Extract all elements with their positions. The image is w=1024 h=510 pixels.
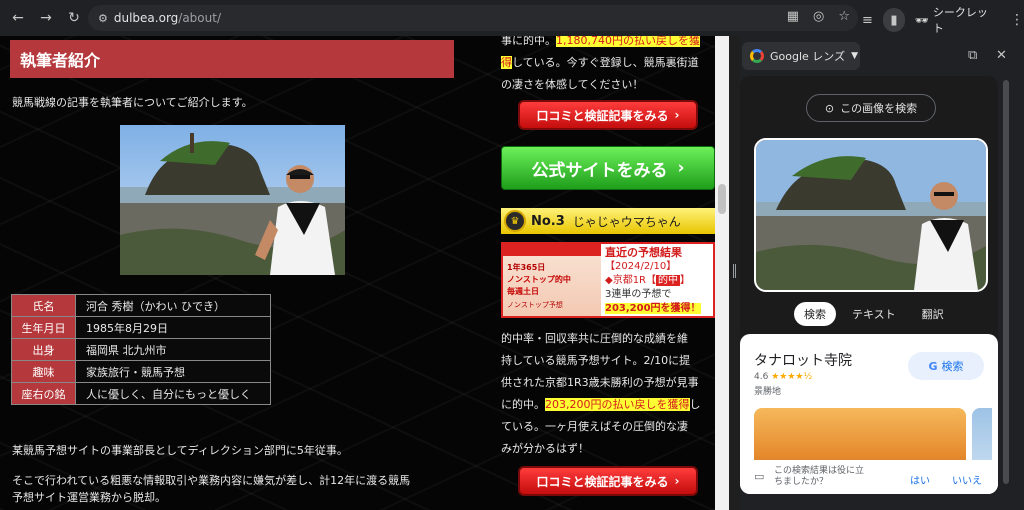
reload-button[interactable]: ↻: [60, 4, 88, 32]
close-icon[interactable]: ✕: [996, 48, 1007, 63]
tab-translate[interactable]: 翻訳: [912, 302, 954, 326]
lens-mode-tabs: 検索 テキスト 翻訳: [794, 302, 954, 326]
site-thumbnail: 1年365日 ノンストップ的中 毎週土日 ノンストップ予想: [503, 244, 601, 316]
side-panel-button[interactable]: ▮: [882, 8, 905, 32]
table-row: 座右の銘 人に優しく、自分にもっと優しく: [11, 382, 271, 405]
bookmark-star-icon[interactable]: ☆: [838, 9, 850, 24]
official-site-button[interactable]: 公式サイトをみる ›: [501, 146, 715, 190]
google-lens-icon: [750, 49, 764, 63]
medal-icon: ♛: [504, 210, 526, 232]
table-row: 趣味 家族旅行・競馬予想: [11, 360, 271, 383]
reading-list-icon[interactable]: ≡: [862, 13, 873, 28]
place-type: 景勝地: [754, 387, 782, 397]
forward-icon: →: [40, 10, 52, 26]
profile-key: 氏名: [11, 294, 76, 317]
lens-scrollbar[interactable]: [1002, 80, 1010, 490]
result-info: 直近の予想結果 【2024/2/10】 ◆京都1R【 的中】 3連単の予想で 20…: [605, 246, 701, 314]
qr-code-icon[interactable]: ▦: [787, 9, 799, 24]
search-image-label: この画像を検索: [840, 102, 918, 115]
dropdown-arrow-icon: ▼: [851, 51, 858, 61]
reload-icon: ↻: [68, 10, 80, 26]
feedback-no-button[interactable]: いいえ: [952, 472, 982, 487]
intro-text: 競馬戦線の記事を執筆者についてご紹介します。: [12, 96, 253, 109]
selection-frame[interactable]: [754, 138, 988, 292]
place-result-card[interactable]: タナロット寺院 4.6 ★★★★½ 景勝地 G 検索 ▭ この検索結果は役に立ち…: [740, 334, 998, 494]
career-text-2a: そこで行われている粗悪な情報取引や業務内容に嫌気が差し、計12年に渡る競馬: [12, 474, 411, 487]
profile-value: 家族旅行・競馬予想: [75, 360, 271, 383]
lens-content: ⊙ この画像を検索 検索 テキスト 翻訳 タナロット寺院 4.6 ★★★★½ 景…: [740, 76, 998, 494]
profile-key: 生年月日: [11, 316, 76, 339]
career-text-2b: 予想サイト運営業務から脱却。: [12, 491, 166, 504]
review-button[interactable]: 口コミと検証記事をみる ›: [518, 100, 698, 130]
panel-resize-handle[interactable]: [729, 36, 740, 510]
chevron-right-icon: ›: [674, 474, 680, 488]
table-row: 氏名 河合 秀樹（かわい ひでき）: [11, 294, 271, 317]
search-image-button[interactable]: ⊙ この画像を検索: [806, 94, 936, 122]
tab-search[interactable]: 検索: [794, 302, 836, 326]
lens-title: Google レンズ: [770, 50, 846, 63]
page-scrollbar[interactable]: [715, 36, 729, 510]
lens-search-icon: ⊙: [824, 101, 835, 115]
incognito-indicator[interactable]: 🕶 シークレット: [915, 4, 992, 36]
profile-key: 出身: [11, 338, 76, 361]
url-text: dulbea.org/about/: [113, 11, 221, 25]
rank-label: No.3: [531, 213, 565, 229]
open-new-tab-icon[interactable]: ⧉: [968, 48, 977, 63]
incognito-label: シークレット: [932, 6, 988, 35]
chevron-right-icon: ›: [677, 158, 685, 178]
feedback-icon: ▭: [754, 470, 765, 483]
author-photo: [120, 125, 345, 275]
back-icon: ←: [12, 10, 24, 26]
browser-toolbar: ← → ↻ ⚙ dulbea.org/about/ ▦ ◎ ☆ ≡ ▮ 🕶 シー…: [0, 0, 1024, 36]
profile-value: 福岡県 北九州市: [75, 338, 271, 361]
chevron-right-icon: ›: [674, 108, 680, 122]
profile-value: 人に優しく、自分にもっと優しく: [75, 382, 271, 405]
back-button[interactable]: ←: [4, 4, 32, 32]
career-text: 某競馬予想サイトの事業部長としてディレクション部門に5年従事。: [12, 444, 348, 457]
feedback-bar: ▭ この検索結果は役に立ちましたか？ はい いいえ: [740, 460, 998, 494]
google-search-button[interactable]: G 検索: [908, 352, 984, 380]
side-panel-icon: ▮: [890, 12, 898, 28]
search-button-label: 検索: [941, 360, 964, 373]
place-rating: 4.6 ★★★★½: [754, 372, 813, 382]
tab-text[interactable]: テキスト: [842, 302, 906, 326]
table-row: 生年月日 1985年8月29日: [11, 316, 271, 339]
site-info-icon[interactable]: ⚙: [98, 12, 108, 25]
sidebar-column: 事に的中。1,180,740円の払い戻しを獲 得している。今すぐ登録し、競馬裏街…: [501, 36, 715, 510]
forward-button[interactable]: →: [32, 4, 60, 32]
profile-key: 趣味: [11, 360, 76, 383]
lens-header: Google レンズ ▼ ⧉ ✕: [740, 42, 1024, 70]
profile-key: 座右の銘: [11, 382, 76, 405]
profile-table: 氏名 河合 秀樹（かわい ひでき） 生年月日 1985年8月29日 出身 福岡県 北九…: [11, 294, 271, 405]
web-page: 執筆者紹介 競馬戦線の記事を執筆者についてご紹介します。 氏名 河合 秀樹（かわ…: [0, 36, 715, 510]
incognito-icon: 🕶: [914, 13, 929, 27]
grip-icon: [733, 264, 736, 278]
profile-value: 河合 秀樹（かわい ひでき）: [75, 294, 271, 317]
profile-value: 1985年8月29日: [75, 316, 271, 339]
feedback-yes-button[interactable]: はい: [910, 472, 930, 487]
feedback-question: この検索結果は役に立ちましたか？: [774, 466, 865, 487]
place-name: タナロット寺院: [754, 353, 852, 369]
lens-side-panel: Google レンズ ▼ ⧉ ✕ ⊙ この画像を検索 検索 テキスト 翻訳 タナ…: [740, 36, 1024, 510]
review-button-2[interactable]: 口コミと検証記事をみる ›: [518, 466, 698, 496]
menu-icon[interactable]: ⋮: [1010, 12, 1024, 28]
main-column: 執筆者紹介 競馬戦線の記事を執筆者についてご紹介します。 氏名 河合 秀樹（かわ…: [0, 36, 490, 510]
result-card[interactable]: 1年365日 ノンストップ的中 毎週土日 ノンストップ予想 直近の予想結果 【2…: [501, 242, 715, 318]
table-row: 出身 福岡県 北九州市: [11, 338, 271, 361]
section-heading: 執筆者紹介: [10, 40, 454, 78]
rank-banner: ♛ No.3 じゃじゃウマちゃん: [501, 208, 715, 234]
address-bar[interactable]: ⚙ dulbea.org/about/ ▦ ◎ ☆: [88, 5, 858, 31]
lens-title-dropdown[interactable]: Google レンズ ▼: [742, 42, 860, 70]
rating-stars-icon: ★★★★½: [771, 372, 813, 382]
scrollbar-thumb[interactable]: [718, 184, 726, 214]
eye-off-icon[interactable]: ◎: [813, 9, 824, 24]
site-description: 的中率・回収率共に圧倒的な成績を維 持している競馬予想サイト。2/10に提 供さ…: [501, 332, 701, 455]
rank-site-name: じゃじゃウマちゃん: [572, 214, 681, 229]
lens-scrollbar-thumb[interactable]: [1003, 80, 1009, 484]
promo-text-top: 事に的中。1,180,740円の払い戻しを獲 得している。今すぐ登録し、競馬裏街…: [501, 36, 700, 91]
google-g-icon: G: [928, 359, 938, 373]
